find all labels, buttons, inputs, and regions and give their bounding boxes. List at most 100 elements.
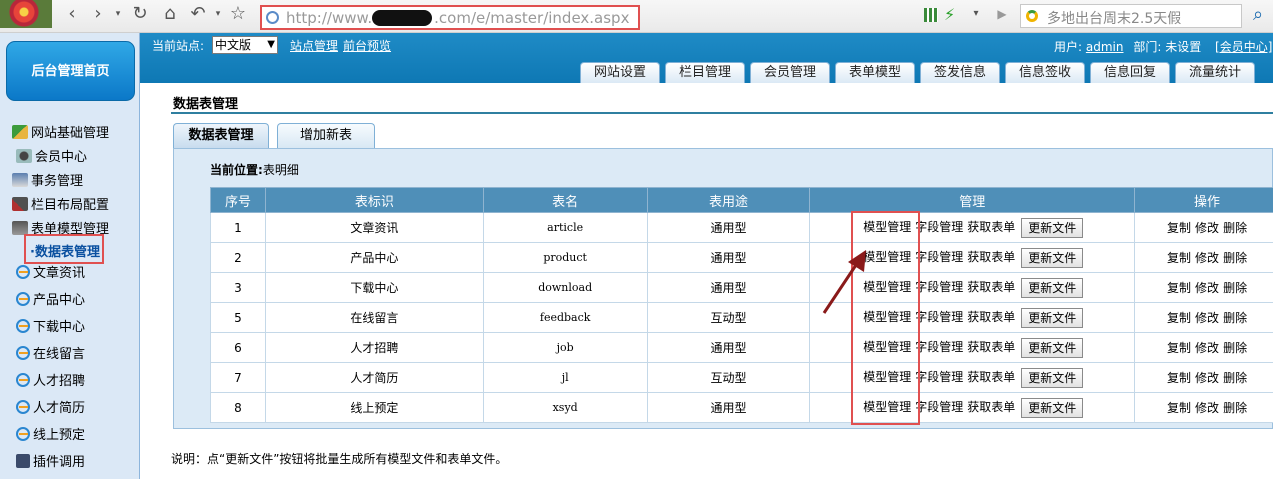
delete-link[interactable]: 删除: [1223, 309, 1247, 326]
copy-link[interactable]: 复制: [1167, 249, 1191, 266]
member-center-link[interactable]: [会员中心]: [1215, 40, 1272, 54]
refresh-icon[interactable]: ↻: [130, 4, 150, 24]
sidebar-item-articles[interactable]: 文章资讯: [16, 264, 85, 284]
update-file-button[interactable]: 更新文件: [1021, 337, 1084, 358]
undo-icon[interactable]: ↶: [188, 4, 208, 24]
tab-site-settings[interactable]: 网站设置: [580, 62, 660, 83]
search-box[interactable]: 多地出台周末2.5天假: [1020, 4, 1242, 28]
field-manage-link[interactable]: 字段管理: [915, 308, 963, 325]
tab-add-table[interactable]: 增加新表: [277, 123, 375, 148]
field-manage-link[interactable]: 字段管理: [915, 398, 963, 415]
user-info: 用户: admin 部门: 未设置 [会员中心]: [1054, 38, 1272, 55]
delete-link[interactable]: 删除: [1223, 279, 1247, 296]
delete-link[interactable]: 删除: [1223, 339, 1247, 356]
delete-link[interactable]: 删除: [1223, 219, 1247, 236]
tab-column-manage[interactable]: 栏目管理: [665, 62, 745, 83]
history-dropdown-icon[interactable]: ▾: [108, 4, 128, 24]
row-table-name: jl: [482, 362, 648, 393]
search-input[interactable]: 多地出台周末2.5天假: [1047, 8, 1181, 28]
delete-link[interactable]: 删除: [1223, 249, 1247, 266]
update-file-button[interactable]: 更新文件: [1021, 307, 1084, 328]
front-preview-link[interactable]: 前台预览: [343, 37, 391, 54]
admin-home-button[interactable]: 后台管理首页: [6, 41, 135, 101]
forward-icon[interactable]: ›: [88, 4, 108, 24]
edit-link[interactable]: 修改: [1195, 399, 1219, 416]
sidebar-item-table-manage[interactable]: ·数据表管理: [24, 234, 104, 264]
sidebar-item-products[interactable]: 产品中心: [16, 291, 85, 311]
site-select[interactable]: 中文版 ▼: [212, 36, 278, 54]
tab-info-receipt[interactable]: 信息签收: [1005, 62, 1085, 83]
speed-mode-icon[interactable]: ⚡: [944, 5, 955, 24]
copy-link[interactable]: 复制: [1167, 399, 1191, 416]
field-manage-link[interactable]: 字段管理: [915, 218, 963, 235]
home-icon[interactable]: ⌂: [160, 4, 180, 24]
update-file-button[interactable]: 更新文件: [1021, 397, 1084, 418]
go-icon[interactable]: ▶: [992, 4, 1012, 24]
edit-link[interactable]: 修改: [1195, 339, 1219, 356]
update-file-button[interactable]: 更新文件: [1021, 217, 1084, 238]
update-file-button[interactable]: 更新文件: [1021, 367, 1084, 388]
row-use: 互动型: [646, 362, 811, 393]
row-label: 下载中心: [264, 272, 484, 303]
tab-traffic-stats[interactable]: 流量统计: [1175, 62, 1255, 83]
edit-link[interactable]: 修改: [1195, 369, 1219, 386]
field-manage-link[interactable]: 字段管理: [915, 368, 963, 385]
address-bar[interactable]: http://www. .com/e/master/index.aspx: [260, 5, 640, 30]
delete-link[interactable]: 删除: [1223, 369, 1247, 386]
mode-dropdown-icon[interactable]: ▾: [966, 4, 986, 24]
tab-member-manage[interactable]: 会员管理: [750, 62, 830, 83]
copy-link[interactable]: 复制: [1167, 309, 1191, 326]
sidebar-item-basic[interactable]: 网站基础管理: [12, 124, 109, 144]
undo-dropdown-icon[interactable]: ▾: [208, 4, 228, 24]
copy-link[interactable]: 复制: [1167, 369, 1191, 386]
field-manage-link[interactable]: 字段管理: [915, 278, 963, 295]
edit-link[interactable]: 修改: [1195, 279, 1219, 296]
favorite-star-icon[interactable]: ☆: [228, 4, 248, 24]
get-form-link[interactable]: 获取表单: [967, 248, 1015, 265]
sidebar-item-member[interactable]: 会员中心: [16, 148, 87, 168]
copy-link[interactable]: 复制: [1167, 279, 1191, 296]
col-use: 表用途: [646, 187, 811, 213]
get-form-link[interactable]: 获取表单: [967, 398, 1015, 415]
back-icon[interactable]: ‹: [62, 4, 82, 24]
tab-form-model[interactable]: 表单模型: [835, 62, 915, 83]
sidebar-item-resumes[interactable]: 人才简历: [16, 399, 85, 419]
delete-link[interactable]: 删除: [1223, 399, 1247, 416]
edit-link[interactable]: 修改: [1195, 309, 1219, 326]
get-form-link[interactable]: 获取表单: [967, 308, 1015, 325]
update-file-button[interactable]: 更新文件: [1021, 277, 1084, 298]
get-form-link[interactable]: 获取表单: [967, 278, 1015, 295]
sidebar-item-label: 文章资讯: [33, 266, 86, 281]
qr-code-icon[interactable]: [924, 8, 938, 22]
edit-link[interactable]: 修改: [1195, 249, 1219, 266]
sidebar-item-messages[interactable]: 在线留言: [16, 345, 85, 365]
row-ops: 复制 修改 删除: [1134, 302, 1273, 333]
get-form-link[interactable]: 获取表单: [967, 338, 1015, 355]
tab-info-reply[interactable]: 信息回复: [1090, 62, 1170, 83]
site-manage-link[interactable]: 站点管理: [290, 37, 338, 54]
form-model-icon: [12, 221, 28, 235]
get-form-link[interactable]: 获取表单: [967, 218, 1015, 235]
content-panel: 当前位置:表明细 序号 表标识 表名 表用途 管理 操作 1 文章资讯 articl…: [173, 148, 1273, 429]
search-icon[interactable]: ⌕: [1245, 4, 1271, 28]
sidebar-item-layout[interactable]: 栏目布局配置: [12, 196, 109, 216]
user-name-link[interactable]: admin: [1086, 40, 1124, 54]
tab-issue-info[interactable]: 签发信息: [920, 62, 1000, 83]
copy-link[interactable]: 复制: [1167, 219, 1191, 236]
update-file-button[interactable]: 更新文件: [1021, 247, 1084, 268]
sidebar-item-plugins[interactable]: 插件调用: [16, 453, 85, 473]
sidebar-item-label: 在线留言: [33, 347, 86, 362]
tab-table-manage[interactable]: 数据表管理: [173, 123, 269, 148]
sidebar-item-booking[interactable]: 线上预定: [16, 426, 85, 446]
field-manage-link[interactable]: 字段管理: [915, 338, 963, 355]
row-ops: 复制 修改 删除: [1134, 242, 1273, 273]
location-value: 表明细: [262, 163, 299, 177]
get-form-link[interactable]: 获取表单: [967, 368, 1015, 385]
field-manage-link[interactable]: 字段管理: [915, 248, 963, 265]
sidebar-item-jobs[interactable]: 人才招聘: [16, 372, 85, 392]
sidebar-item-downloads[interactable]: 下载中心: [16, 318, 85, 338]
copy-link[interactable]: 复制: [1167, 339, 1191, 356]
sidebar-item-affairs[interactable]: 事务管理: [12, 172, 83, 192]
edit-link[interactable]: 修改: [1195, 219, 1219, 236]
row-ops: 复制 修改 删除: [1134, 212, 1273, 243]
